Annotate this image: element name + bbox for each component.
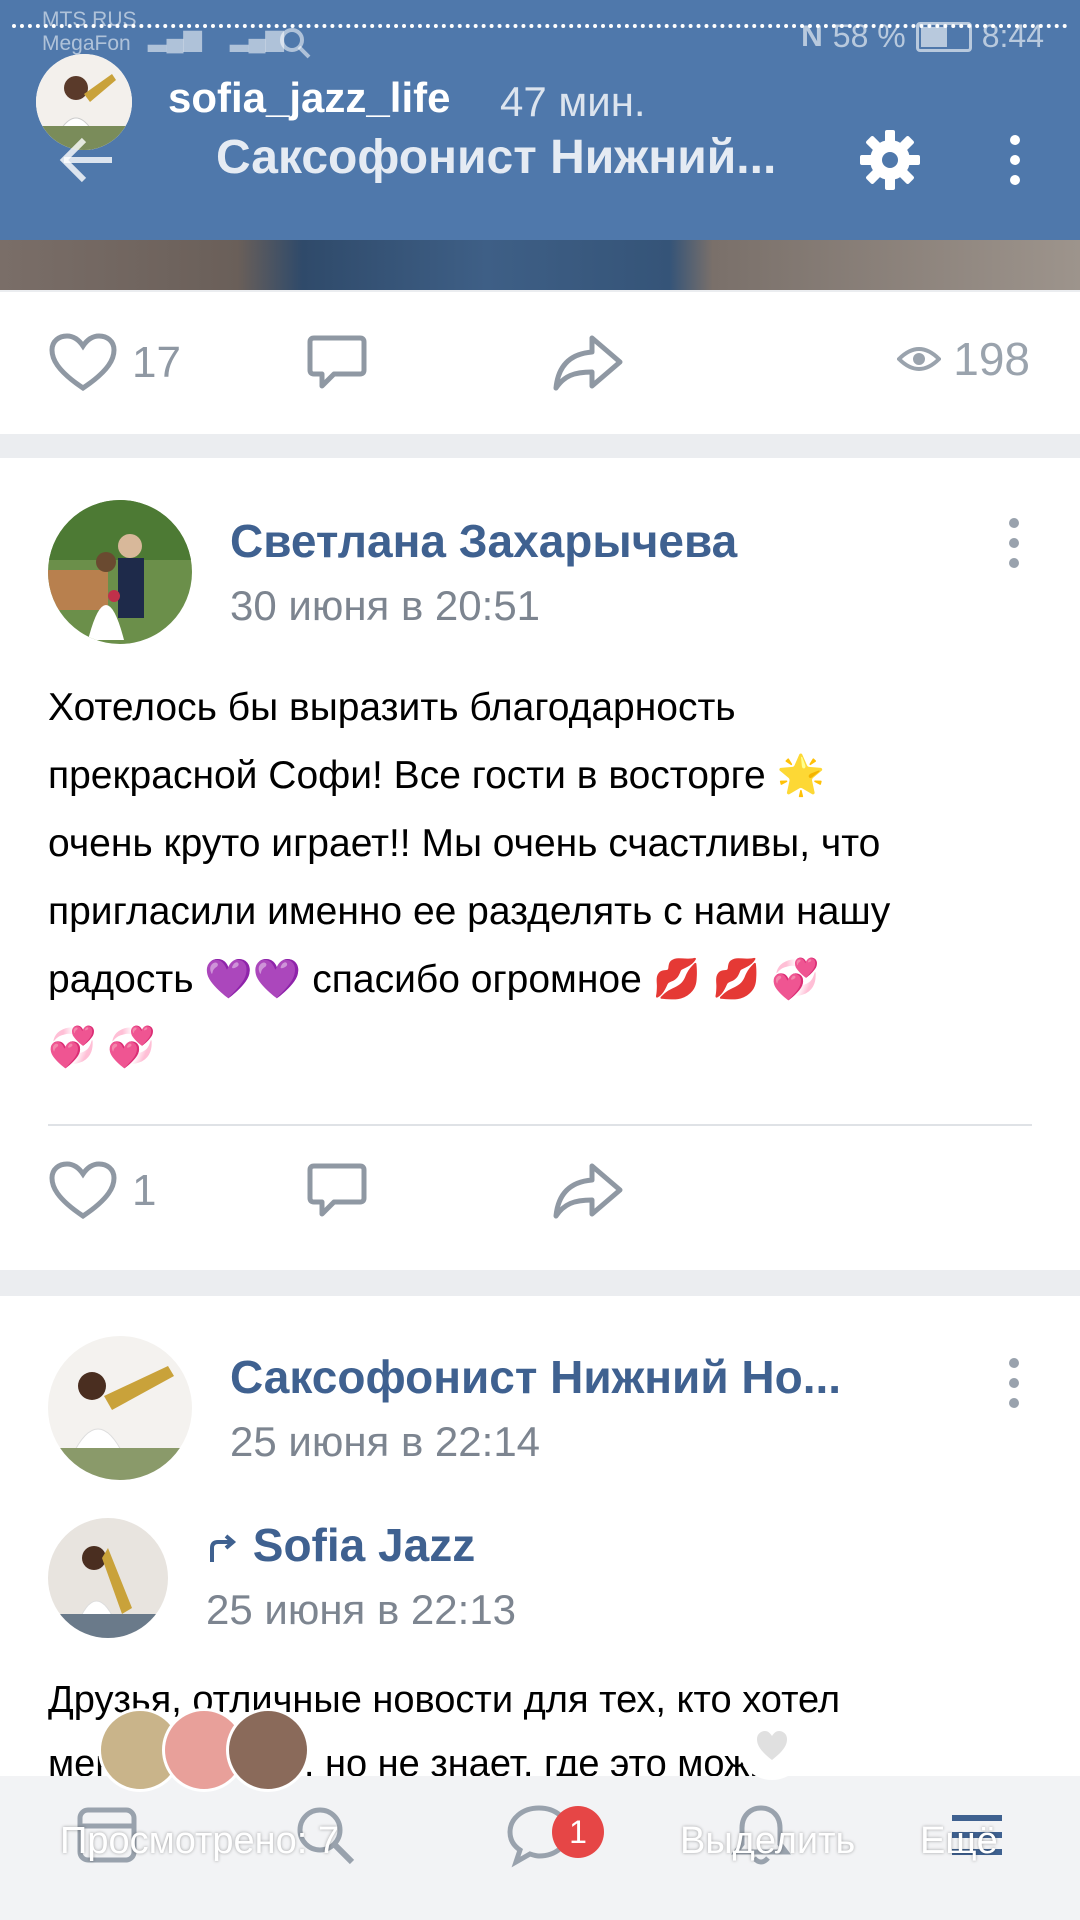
- share-arrow-icon: [553, 335, 623, 391]
- viewer-avatar: [226, 1708, 310, 1792]
- comment-line: Хотелось бы выразить благодарность: [48, 686, 736, 729]
- heart-icon: [757, 1731, 787, 1760]
- repost-date: 25 июня в 22:13: [206, 1586, 517, 1633]
- like-count: 17: [132, 338, 181, 387]
- comment-icon: [307, 335, 367, 389]
- post-action-row: 1: [0, 1150, 1080, 1250]
- more-vertical-icon[interactable]: [1000, 130, 1030, 190]
- avatar-image: [48, 500, 192, 644]
- like-count: 1: [132, 1166, 157, 1215]
- post-date: 25 июня в 22:14: [230, 1418, 541, 1465]
- story-viewed-count[interactable]: Просмотрено: 7: [60, 1820, 339, 1863]
- messages-badge: 1: [552, 1806, 604, 1858]
- story-time: 47 мин.: [500, 78, 646, 125]
- carrier-1: MTS RUS: [42, 8, 137, 31]
- story-username[interactable]: sofia_jazz_life: [168, 74, 450, 122]
- story-select-button[interactable]: Выделить: [680, 1820, 855, 1863]
- page-title: Саксофонист Нижний...: [216, 131, 777, 184]
- avatar-image: [48, 1336, 192, 1480]
- comment-line: пригласили именно ее разделять с нами на…: [48, 890, 891, 933]
- avatar[interactable]: [48, 1336, 192, 1480]
- post-actions-card: 17 198: [0, 292, 1080, 434]
- heart-icon: [49, 333, 117, 392]
- story-like-button[interactable]: [738, 1712, 806, 1780]
- share-button[interactable]: [552, 1160, 624, 1222]
- heart-icon: [49, 1161, 117, 1220]
- story-viewers[interactable]: [98, 1708, 318, 1792]
- app-header: MTS RUS MegaFon ▂▄▆ ▂▄▆ N 58 % 8:44 sofi…: [0, 0, 1080, 240]
- comment-line: очень круто играет!! Мы очень счастливы,…: [48, 822, 881, 865]
- share-arrow-icon: [553, 1163, 623, 1219]
- like-button[interactable]: 17: [48, 332, 181, 394]
- back-arrow-icon[interactable]: [56, 130, 116, 190]
- comment-line: радость 💜💜 спасибо огромное 💋 💋 💞: [48, 958, 820, 1001]
- repost-icon: [210, 1534, 237, 1562]
- search-status-icon: [280, 28, 311, 59]
- story-more-button[interactable]: Ещё: [920, 1820, 998, 1863]
- comment-date: 30 июня в 20:51: [230, 582, 541, 629]
- story-more-icon[interactable]: [955, 1726, 965, 1766]
- post-action-row: 17 198: [0, 314, 1080, 414]
- comment-icon: [307, 1163, 367, 1217]
- divider: [48, 1124, 1032, 1126]
- post-card-1: Светлана Захарычева 30 июня в 20:51 Хоте…: [0, 458, 1080, 1270]
- comment-button[interactable]: [306, 332, 368, 394]
- story-progress-bar: [12, 24, 1068, 28]
- view-count: 198: [953, 333, 1030, 385]
- status-bar: MTS RUS MegaFon ▂▄▆ ▂▄▆ N 58 % 8:44: [0, 8, 1080, 60]
- signal-icon-2: ▂▄▆: [230, 25, 284, 52]
- post-author[interactable]: Саксофонист Нижний Но...: [230, 1350, 841, 1404]
- share-button[interactable]: [552, 332, 624, 394]
- carrier-info: MTS RUS MegaFon: [42, 8, 137, 56]
- comment-text: Хотелось бы выразить благодарность прекр…: [48, 674, 1038, 1082]
- avatar-image: [48, 1518, 168, 1638]
- post-photo-bottom[interactable]: [0, 240, 1080, 290]
- post-menu-icon[interactable]: [1004, 1354, 1024, 1414]
- comment-line: прекрасной Софи! Все гости в восторге 🌟: [48, 754, 826, 797]
- post-menu-icon[interactable]: [1004, 514, 1024, 574]
- avatar[interactable]: [48, 500, 192, 644]
- like-button[interactable]: 1: [48, 1160, 156, 1222]
- carrier-2: MegaFon: [42, 32, 131, 55]
- repost-author[interactable]: Sofia Jazz: [253, 1519, 475, 1571]
- comment-author[interactable]: Светлана Захарычева: [230, 514, 737, 568]
- repost-author-row[interactable]: Sofia Jazz: [206, 1518, 475, 1572]
- eye-icon: [897, 347, 942, 371]
- signal-icon: ▂▄▆: [148, 25, 202, 52]
- comment-button[interactable]: [306, 1160, 368, 1222]
- comment-line: 💞 💞: [48, 1026, 156, 1069]
- repost-avatar[interactable]: [48, 1518, 168, 1638]
- views: 198: [897, 332, 1030, 386]
- gear-icon[interactable]: [858, 128, 922, 192]
